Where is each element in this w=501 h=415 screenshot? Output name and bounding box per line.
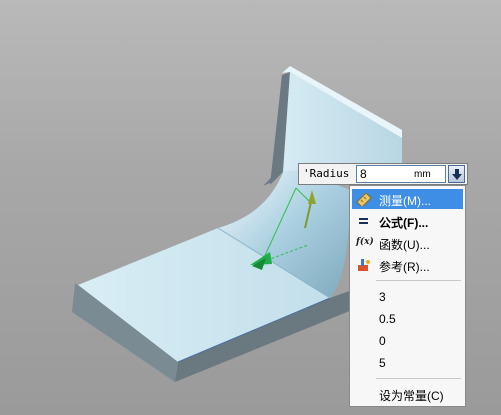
menu-item-measure[interactable]: 测量(M)... [352,189,463,209]
menu-item-label: 测量(M)... [379,194,431,208]
recent-value-item[interactable]: 5 [379,356,386,370]
menu-item-formula[interactable]: 公式(F)... [352,211,463,231]
ruler-icon [356,192,372,206]
radius-value: 8 [360,167,367,181]
value-options-menu: 测量(M)... 公式(F)... f(x) 函数(U)... 参考(R)...… [349,185,466,407]
menu-separator [376,280,461,281]
radius-callout: 'Radius 1 8 mm [298,163,468,185]
menu-item-label: 函数(U)... [379,238,430,252]
graphics-viewport[interactable]: 'Radius 1 8 mm 测量(M)... 公式(F)... f(x) 函数… [0,0,501,415]
menu-item-label: 参考(R)... [379,260,430,274]
recent-value-item[interactable]: 0.5 [379,312,396,326]
menu-item-set-constant[interactable]: 设为常量(C) [379,387,444,404]
recent-value-item[interactable]: 0 [379,334,386,348]
arrow-down-icon [452,169,462,180]
menu-item-reference[interactable]: 参考(R)... [352,255,463,275]
menu-item-label: 公式(F)... [379,216,429,230]
radius-unit: mm [414,169,431,180]
menu-item-function[interactable]: f(x) 函数(U)... [352,233,463,253]
value-dropdown-button[interactable] [448,165,465,183]
menu-separator [376,378,461,379]
radius-label: 'Radius 1 [303,167,363,180]
equals-icon [359,218,368,224]
recent-value-item[interactable]: 3 [379,290,386,304]
radius-value-input[interactable]: 8 mm [356,165,446,183]
reference-icon [358,259,370,271]
function-icon: f(x) [356,237,374,247]
